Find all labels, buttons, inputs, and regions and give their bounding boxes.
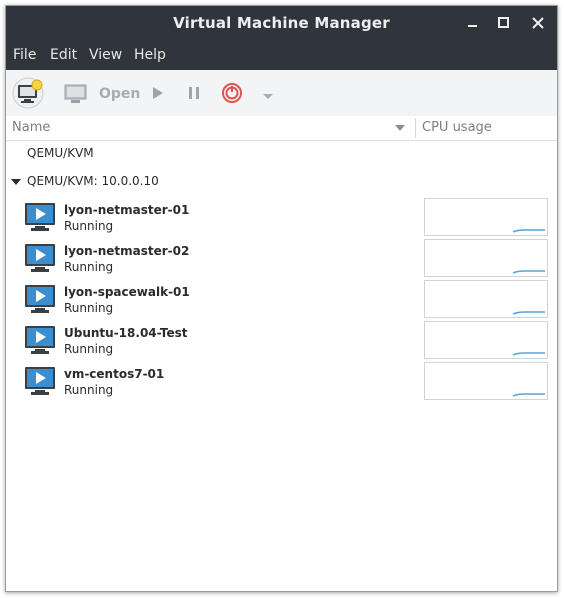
pause-button[interactable] <box>186 85 202 104</box>
vm-status: Running <box>64 383 114 397</box>
connection-qemu-kvm-remote[interactable]: QEMU/KVM: 10.0.0.10 <box>27 174 159 188</box>
column-header: Name CPU usage <box>6 116 557 141</box>
run-button[interactable] <box>150 85 166 104</box>
vm-monitor-icon <box>24 325 56 358</box>
power-icon <box>222 83 242 103</box>
menu-bar: File Edit View Help <box>6 40 557 70</box>
vm-name: Ubuntu-18.04-Test <box>64 326 188 340</box>
shutdown-button[interactable] <box>221 82 243 107</box>
menu-view[interactable]: View <box>89 47 122 63</box>
dropdown-arrow-icon <box>263 94 273 99</box>
vm-monitor-icon <box>24 366 56 399</box>
menu-help[interactable]: Help <box>134 47 166 63</box>
vm-row[interactable]: lyon-netmaster-01 Running <box>6 198 557 239</box>
toolbar: Open <box>6 70 557 117</box>
cpu-usage-graph <box>424 280 548 318</box>
cpu-usage-line <box>512 352 545 356</box>
pause-icon <box>189 87 199 99</box>
title-bar: Virtual Machine Manager <box>6 6 557 40</box>
vm-status: Running <box>64 342 114 356</box>
vm-monitor-icon <box>24 243 56 276</box>
column-separator <box>415 118 416 138</box>
vm-row[interactable]: lyon-spacewalk-01 Running <box>6 280 557 321</box>
app-window: Virtual Machine Manager File Edit View H… <box>5 5 558 592</box>
vm-row[interactable]: lyon-netmaster-02 Running <box>6 239 557 280</box>
vm-row[interactable]: Ubuntu-18.04-Test Running <box>6 321 557 362</box>
cpu-usage-graph <box>424 239 548 277</box>
menu-edit[interactable]: Edit <box>50 47 77 63</box>
vm-status: Running <box>64 301 114 315</box>
expander-arrow-icon[interactable] <box>11 179 21 185</box>
cpu-usage-graph <box>424 198 548 236</box>
cpu-usage-line <box>512 393 545 397</box>
vm-row[interactable]: vm-centos7-01 Running <box>6 362 557 403</box>
vm-status: Running <box>64 219 114 233</box>
cpu-usage-line <box>512 229 545 233</box>
cpu-usage-graph <box>424 321 548 359</box>
vm-monitor-icon <box>24 284 56 317</box>
menu-file[interactable]: File <box>13 47 36 63</box>
console-icon <box>64 84 87 103</box>
vm-name: lyon-netmaster-01 <box>64 203 190 217</box>
minimize-icon <box>468 25 477 27</box>
vm-name: vm-centos7-01 <box>64 367 165 381</box>
vm-status: Running <box>64 260 114 274</box>
open-button-label[interactable]: Open <box>99 86 140 102</box>
maximize-icon <box>498 17 509 28</box>
close-icon <box>532 17 544 29</box>
column-cpu-usage[interactable]: CPU usage <box>422 120 492 135</box>
open-console-button[interactable] <box>64 84 88 107</box>
cpu-usage-line <box>512 270 545 274</box>
shutdown-menu-button[interactable] <box>262 90 274 104</box>
column-name[interactable]: Name <box>12 120 50 135</box>
connection-qemu-kvm[interactable]: QEMU/KVM <box>27 146 94 160</box>
new-vm-icon <box>12 77 44 109</box>
vm-name: lyon-netmaster-02 <box>64 244 190 258</box>
play-icon <box>153 87 163 99</box>
cpu-usage-graph <box>424 362 548 400</box>
minimize-button[interactable] <box>463 13 483 33</box>
vm-name: lyon-spacewalk-01 <box>64 285 190 299</box>
vm-monitor-icon <box>24 202 56 235</box>
cpu-usage-line <box>512 311 545 315</box>
sort-arrow-icon[interactable] <box>395 125 405 131</box>
maximize-button[interactable] <box>494 13 514 33</box>
close-button[interactable] <box>528 13 548 33</box>
new-vm-button[interactable] <box>12 77 44 112</box>
